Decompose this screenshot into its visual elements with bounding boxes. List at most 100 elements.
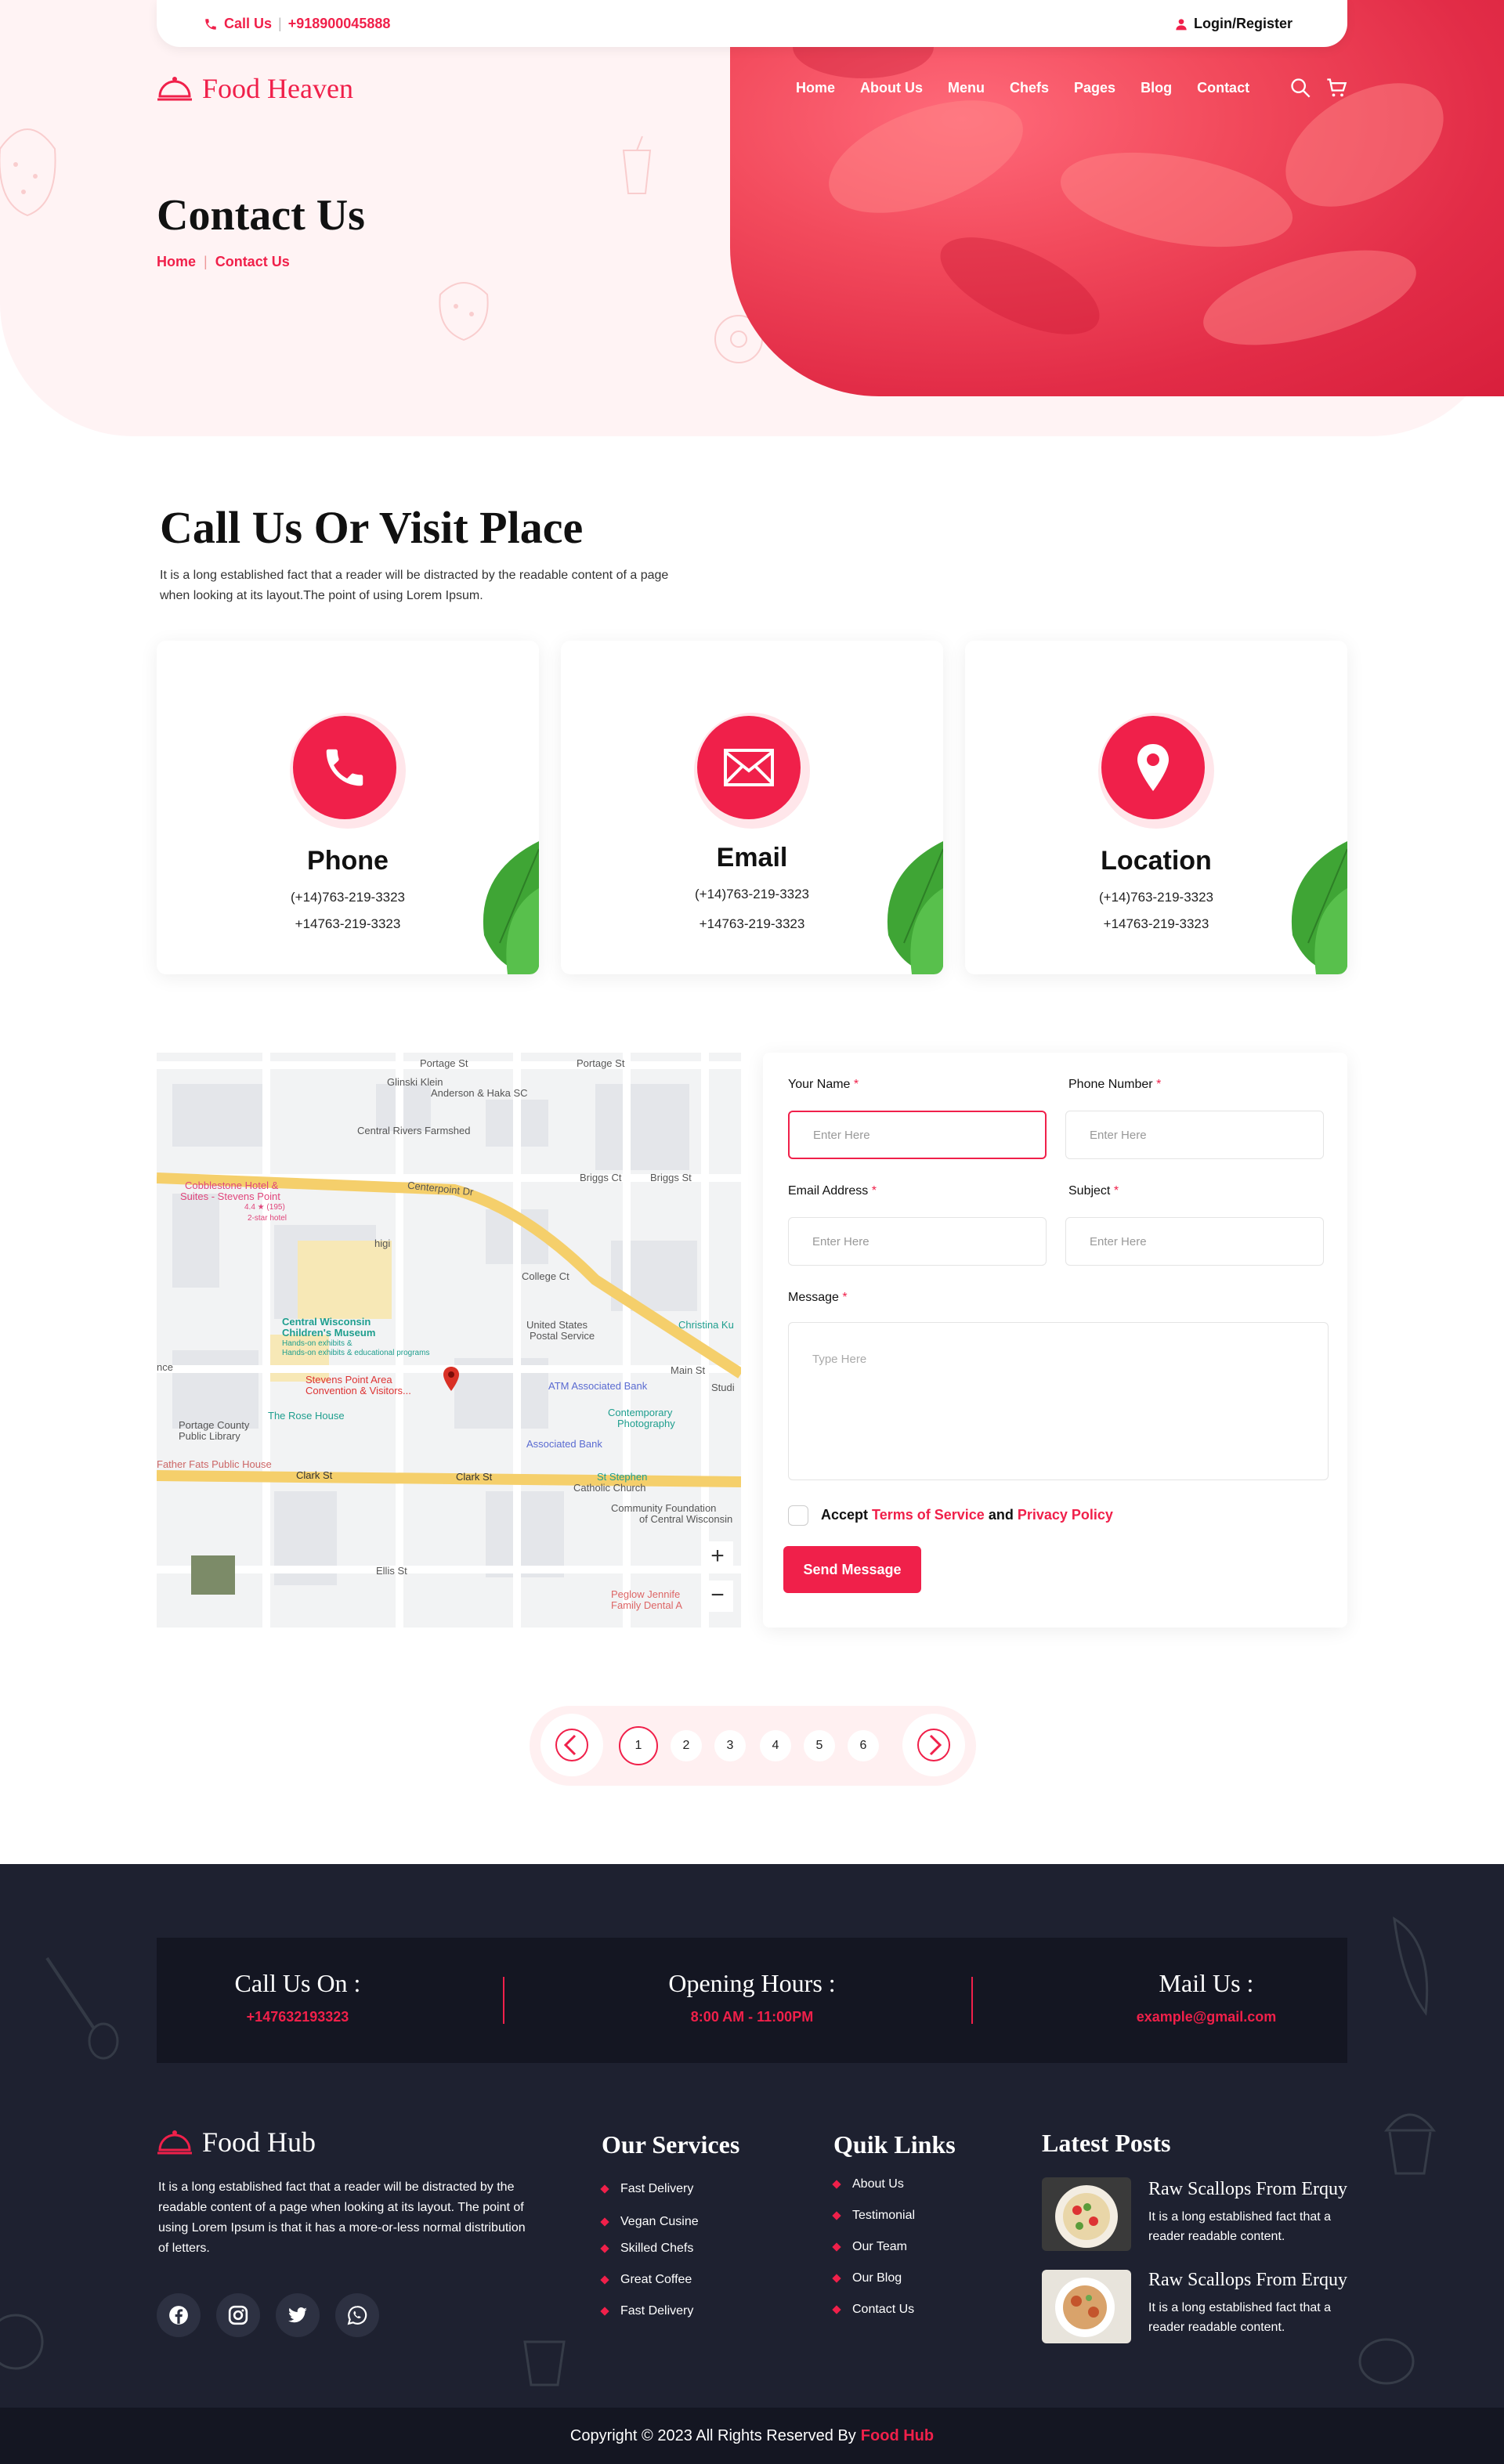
service-item[interactable]: Vegan Cusine	[600, 2215, 699, 2229]
post-thumbnail[interactable]	[1042, 2177, 1131, 2251]
location-card: Location (+14)763-219-3323 +14763-219-33…	[965, 641, 1347, 974]
page-2[interactable]: 2	[671, 1730, 702, 1761]
footer-logo[interactable]: Food Hub	[157, 2126, 316, 2159]
quick-links-heading: Quik Links	[833, 2130, 956, 2159]
copyright-brand[interactable]: Food Hub	[861, 2427, 934, 2445]
twitter-button[interactable]	[276, 2293, 320, 2337]
cloche-icon	[157, 77, 192, 101]
send-message-button[interactable]: Send Message	[783, 1546, 921, 1593]
location-map[interactable]: Portage St Portage St Glinski Klein Ande…	[157, 1053, 741, 1628]
info-value[interactable]: example@gmail.com	[1112, 2009, 1300, 2025]
map-label: Central Wisconsin	[282, 1316, 371, 1328]
quick-link[interactable]: Our Blog	[832, 2271, 902, 2285]
map-label: Christina Ku	[678, 1319, 734, 1331]
section-title: Call Us Or Visit Place	[160, 502, 584, 553]
map-label: Clark St	[456, 1471, 493, 1483]
location-pin-icon	[1137, 744, 1169, 791]
login-register-label: Login/Register	[1193, 16, 1292, 31]
chevron-left-icon	[555, 1729, 588, 1761]
mint-leaf-icon	[887, 841, 943, 974]
quick-link[interactable]: About Us	[832, 2177, 904, 2191]
phone-icon	[205, 18, 216, 30]
post-title[interactable]: Raw Scallops From Erquy	[1148, 2179, 1347, 2200]
page-6[interactable]: 6	[848, 1730, 879, 1761]
terms-link[interactable]: Terms of Service	[872, 1507, 985, 1523]
privacy-link[interactable]: Privacy Policy	[1018, 1507, 1113, 1523]
nav-contact[interactable]: Contact	[1197, 80, 1249, 96]
breadcrumb: Home | Contact Us	[157, 254, 290, 270]
email-input[interactable]: Enter Here	[788, 1217, 1047, 1266]
map-label: Cobblestone Hotel &	[185, 1180, 279, 1191]
nav-about-us[interactable]: About Us	[860, 80, 923, 96]
site-logo[interactable]: Food Heaven	[157, 72, 353, 105]
map-label: Briggs St	[650, 1172, 692, 1183]
name-input[interactable]: Enter Here	[788, 1111, 1047, 1159]
map-label: Portage County	[179, 1419, 250, 1431]
nav-chefs[interactable]: Chefs	[1010, 80, 1049, 96]
login-register-link[interactable]: Login/Register	[1175, 16, 1292, 32]
map-label: Children's Museum	[282, 1327, 376, 1339]
nav-blog[interactable]: Blog	[1141, 80, 1172, 96]
accept-terms-text: Accept Terms of Service and Privacy Poli…	[821, 1507, 1113, 1523]
map-label: Ellis St	[376, 1565, 407, 1577]
subject-input[interactable]: Enter Here	[1065, 1217, 1324, 1266]
page-3[interactable]: 3	[714, 1730, 746, 1761]
pumpkin-doodle-icon	[1358, 2338, 1415, 2385]
top-info-bar: Call Us | +918900045888 Login/Register	[157, 0, 1347, 47]
map-label: of Central Wisconsin	[639, 1513, 733, 1525]
page-title: Contact Us	[157, 191, 365, 240]
nav-menu[interactable]: Menu	[948, 80, 985, 96]
instagram-button[interactable]	[216, 2293, 260, 2337]
twitter-icon	[288, 2307, 307, 2323]
quick-link[interactable]: Our Team	[832, 2240, 907, 2254]
nav-icons	[1289, 77, 1347, 99]
footer: Call Us On : +147632193323 Opening Hours…	[0, 1864, 1504, 2464]
strawberry-doodle-icon	[0, 128, 56, 217]
mint-leaf-icon	[483, 841, 539, 974]
info-title: Mail Us :	[1159, 1969, 1254, 1997]
email-label: Email Address *	[788, 1184, 877, 1198]
nav-home[interactable]: Home	[796, 80, 835, 96]
quick-link[interactable]: Testimonial	[832, 2209, 915, 2223]
whatsapp-icon	[347, 2306, 367, 2325]
page-5[interactable]: 5	[804, 1730, 835, 1761]
map-roads	[157, 1053, 741, 1628]
page-4[interactable]: 4	[760, 1730, 791, 1761]
phone-input[interactable]: Enter Here	[1065, 1111, 1324, 1159]
map-marker-icon[interactable]	[442, 1366, 461, 1393]
whatsapp-button[interactable]	[335, 2293, 379, 2337]
info-value[interactable]: +147632193323	[204, 2009, 392, 2025]
cart-icon[interactable]	[1325, 77, 1347, 99]
post-thumbnail[interactable]	[1042, 2270, 1131, 2343]
nav-pages[interactable]: Pages	[1074, 80, 1115, 96]
map-label: The Rose House	[268, 1410, 345, 1422]
copyright-text: Copyright © 2023 All Rights Reserved By	[569, 2426, 856, 2444]
contact-info-band: Call Us On : +147632193323 Opening Hours…	[157, 1938, 1347, 2063]
service-item[interactable]: Fast Delivery	[600, 2304, 693, 2318]
chevron-right-icon	[917, 1729, 950, 1761]
facebook-button[interactable]	[157, 2293, 201, 2337]
service-item[interactable]: Great Coffee	[600, 2273, 692, 2287]
map-label: Portage St	[420, 1057, 468, 1069]
service-item[interactable]: Fast Delivery	[600, 2182, 693, 2196]
service-item[interactable]: Skilled Chefs	[600, 2242, 693, 2256]
call-us-link[interactable]: Call Us | +918900045888	[204, 16, 390, 32]
breadcrumb-home[interactable]: Home	[157, 254, 196, 270]
map-label: Public Library	[179, 1430, 240, 1442]
zoom-out-button[interactable]: −	[702, 1581, 733, 1612]
strawberry-doodle-icon	[439, 282, 489, 341]
map-label: College Ct	[522, 1270, 569, 1282]
accept-checkbox[interactable]	[788, 1505, 808, 1526]
instagram-icon	[228, 2305, 248, 2325]
prev-page-button[interactable]	[540, 1714, 603, 1776]
quick-link[interactable]: Contact Us	[832, 2303, 914, 2317]
page-1[interactable]: 1	[619, 1726, 658, 1765]
search-icon[interactable]	[1289, 77, 1311, 99]
muffin-doodle-icon	[1383, 2113, 1437, 2175]
phone-card: Phone (+14)763-219-3323 +14763-219-3323	[157, 641, 539, 974]
zoom-in-button[interactable]: +	[702, 1541, 733, 1573]
message-textarea[interactable]: Type Here	[788, 1322, 1329, 1480]
post-title[interactable]: Raw Scallops From Erquy	[1148, 2270, 1347, 2291]
map-label: Central Rivers Farmshed	[357, 1125, 471, 1136]
next-page-button[interactable]	[902, 1714, 965, 1776]
